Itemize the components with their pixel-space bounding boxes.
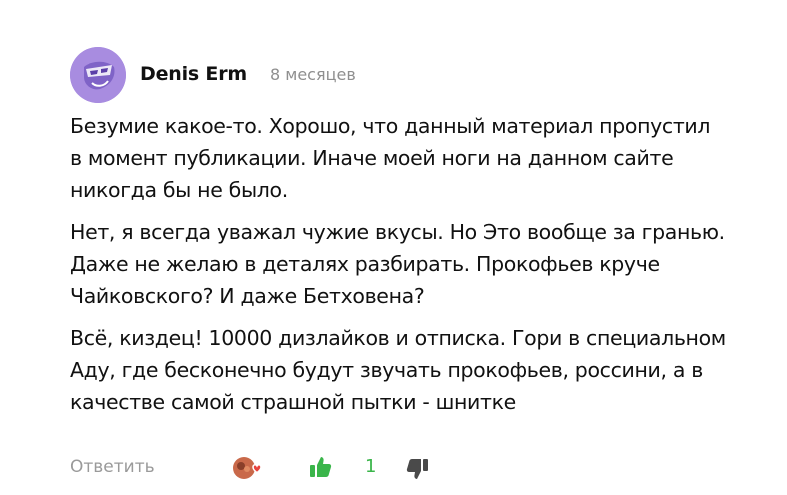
comment-timestamp: 8 месяцев <box>270 65 356 84</box>
avatar[interactable] <box>70 47 126 103</box>
comment-paragraph: Всё, киздец! 10000 дизлайков и отписка. … <box>70 326 726 414</box>
thumbs-down-icon[interactable] <box>406 457 430 481</box>
mask-avatar-icon <box>70 47 126 103</box>
reactions-icon[interactable] <box>232 455 262 481</box>
comment-footer: Ответить 1 <box>70 455 770 481</box>
author-name[interactable]: Denis Erm <box>140 63 247 85</box>
like-count: 1 <box>365 456 377 477</box>
comment-paragraph: Нет, я всегда уважал чужие вкусы. Но Это… <box>70 220 725 308</box>
comment-paragraph: Безумие какое-то. Хорошо, что данный мат… <box>70 114 711 202</box>
thumbs-up-icon[interactable] <box>308 455 332 479</box>
comment: Denis Erm 8 месяцев Безумие какое-то. Хо… <box>0 0 787 495</box>
reply-button[interactable]: Ответить <box>70 457 155 477</box>
comment-body: Безумие какое-то. Хорошо, что данный мат… <box>70 110 770 428</box>
